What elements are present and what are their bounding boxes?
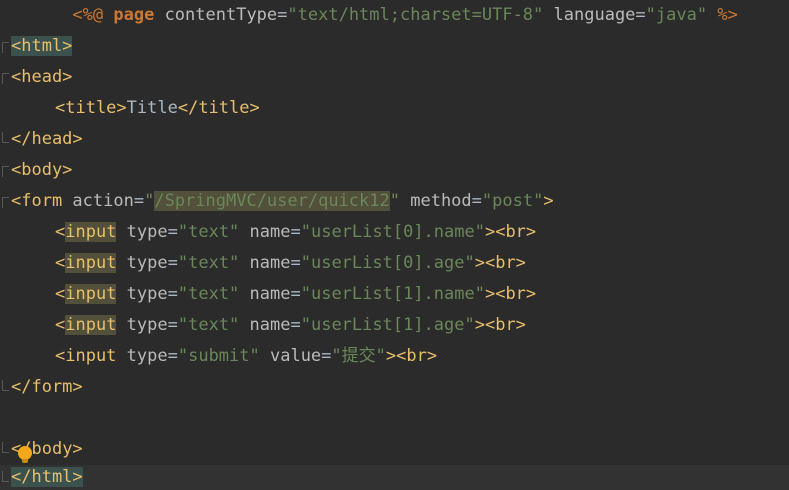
input-tag: input: [65, 315, 117, 335]
code-line-4[interactable]: <title>Title</title>: [0, 93, 789, 124]
submit-value: "提交": [331, 346, 386, 366]
input-tag: input: [65, 253, 117, 273]
code-editor[interactable]: <%@ page contentType="text/html;charset=…: [0, 0, 789, 490]
code-line-15[interactable]: </body>: [0, 434, 789, 465]
jsp-keyword-page: page: [103, 5, 165, 25]
code-line-5[interactable]: </head>: [0, 124, 789, 155]
code-line-8[interactable]: <input type="text" name="userList[0].nam…: [0, 217, 789, 248]
html-close-tag: </html>: [11, 467, 83, 487]
html-tag: <html>: [11, 36, 73, 56]
form-open-tag: <form: [11, 191, 63, 211]
fold-marker-icon[interactable]: [2, 166, 9, 177]
code-line-9[interactable]: <input type="text" name="userList[0].age…: [0, 248, 789, 279]
attr-contenttype: contentType: [164, 5, 278, 25]
title-text: Title: [126, 98, 178, 118]
title-close-tag: </title>: [177, 98, 260, 118]
code-line-12[interactable]: <input type="submit" value="提交"><br>: [0, 341, 789, 372]
form-close-tag: </form>: [11, 377, 83, 397]
action-url: /SpringMVC/user/quick12: [154, 191, 390, 211]
lightbulb-icon[interactable]: [18, 446, 32, 463]
input-tag: input: [65, 222, 117, 242]
jsp-directive-open: <%@: [72, 5, 104, 25]
code-line-6[interactable]: <body>: [0, 155, 789, 186]
input-submit-tag: <input: [55, 346, 117, 366]
attr-language: language: [553, 5, 636, 25]
body-tag: <body>: [11, 160, 73, 180]
attr-action: action: [62, 191, 134, 211]
attr-value: "post": [481, 191, 544, 211]
attr-method: method: [400, 191, 472, 211]
code-line-10[interactable]: <input type="text" name="userList[1].nam…: [0, 279, 789, 310]
code-line-13[interactable]: </form>: [0, 372, 789, 403]
code-line-11[interactable]: <input type="text" name="userList[1].age…: [0, 310, 789, 341]
fold-marker-icon[interactable]: [2, 471, 9, 482]
title-open-tag: <title>: [55, 98, 127, 118]
code-line-2[interactable]: <html>: [0, 31, 789, 62]
code-line-7[interactable]: <form action="/SpringMVC/user/quick12" m…: [0, 186, 789, 217]
fold-marker-icon[interactable]: [2, 442, 9, 453]
fold-marker-icon[interactable]: [2, 380, 9, 391]
fold-marker-icon[interactable]: [2, 42, 9, 53]
code-line-16[interactable]: </html>: [0, 465, 789, 490]
attr-value: "java": [645, 5, 708, 25]
head-tag: <head>: [11, 67, 73, 87]
head-close-tag: </head>: [11, 129, 83, 149]
code-line-3[interactable]: <head>: [0, 62, 789, 93]
attr-value: "text/html;charset=UTF-8": [287, 5, 544, 25]
fold-marker-icon[interactable]: [2, 197, 9, 208]
code-line-14[interactable]: [0, 403, 789, 434]
input-tag: input: [65, 284, 117, 304]
jsp-directive-close: %>: [707, 5, 738, 25]
fold-marker-icon[interactable]: [2, 73, 9, 84]
code-line-1[interactable]: <%@ page contentType="text/html;charset=…: [0, 0, 789, 31]
fold-marker-icon[interactable]: [2, 132, 9, 143]
